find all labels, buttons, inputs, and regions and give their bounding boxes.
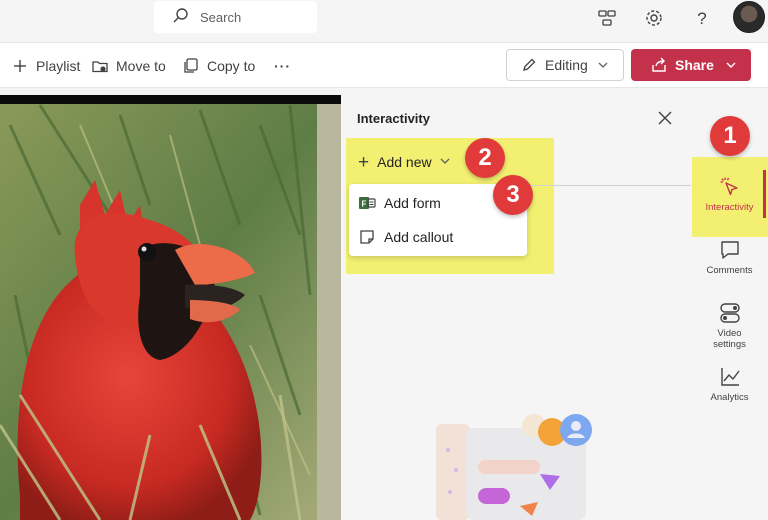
rail-item-label: Interactivity: [705, 202, 754, 213]
close-icon[interactable]: [652, 105, 678, 131]
move-to-label: Move to: [116, 58, 166, 74]
analytics-icon: [718, 365, 742, 389]
menu-item-add-callout[interactable]: Add callout: [349, 220, 527, 254]
rail-item-label: Comments: [706, 265, 753, 276]
copy-icon: [181, 56, 201, 76]
chevron-down-icon: [726, 57, 736, 73]
move-to-button[interactable]: Move to: [90, 55, 166, 77]
pencil-icon: [521, 57, 537, 73]
help-icon[interactable]: ?: [689, 5, 715, 31]
search-placeholder: Search: [200, 9, 242, 25]
rail-item-analytics[interactable]: Analytics: [691, 365, 768, 403]
cardinal-image: [0, 95, 341, 520]
video-edge: [317, 104, 341, 520]
copy-to-button[interactable]: Copy to: [181, 55, 255, 77]
menu-item-label: Add form: [384, 195, 441, 211]
command-bar: Playlist Move to Copy to ··· Editing Sha…: [0, 42, 768, 88]
plus-icon: +: [358, 151, 370, 173]
rail-item-label: Video settings: [713, 328, 746, 350]
right-rail: Interactivity Comments Video settings An…: [691, 95, 768, 520]
panel-title: Interactivity: [357, 111, 430, 126]
rail-item-interactivity[interactable]: Interactivity: [691, 175, 768, 213]
rail-item-comments[interactable]: Comments: [691, 238, 768, 276]
chevron-down-icon: [598, 57, 608, 73]
share-icon: [651, 57, 667, 73]
search-box[interactable]: Search: [154, 1, 317, 33]
settings-toggle-icon: [718, 301, 742, 325]
menu-item-label: Add callout: [384, 229, 454, 245]
gear-icon[interactable]: [641, 5, 667, 31]
interactivity-illustration: [436, 410, 606, 520]
rail-item-label: Analytics: [710, 392, 749, 403]
share-button[interactable]: Share: [631, 49, 751, 81]
move-folder-icon: [90, 56, 110, 76]
editing-mode-dropdown[interactable]: Editing: [506, 49, 624, 81]
playlist-label: Playlist: [36, 58, 81, 74]
search-icon: [172, 7, 190, 28]
editing-label: Editing: [545, 57, 588, 73]
video-letterbox-top: [0, 95, 341, 104]
divider: [527, 185, 691, 186]
callout-icon: [358, 228, 376, 246]
step-badge-1: 1: [710, 116, 750, 156]
step-badge-3: 3: [493, 175, 533, 215]
copy-to-label: Copy to: [207, 58, 256, 74]
comment-icon: [718, 238, 742, 262]
share-network-icon[interactable]: [594, 5, 620, 31]
avatar[interactable]: [733, 1, 765, 33]
add-new-button[interactable]: + Add new: [358, 151, 450, 173]
playlist-button[interactable]: Playlist: [10, 55, 80, 77]
add-new-label: Add new: [377, 154, 432, 170]
more-icon: ···: [274, 58, 291, 74]
form-icon: F: [358, 194, 376, 212]
interactivity-icon: [718, 175, 742, 199]
chevron-down-icon: [440, 156, 450, 169]
step-badge-2: 2: [465, 138, 505, 178]
svg-text:?: ?: [697, 9, 706, 28]
plus-icon: [10, 56, 30, 76]
share-label: Share: [675, 57, 714, 73]
more-options-button[interactable]: ···: [274, 55, 291, 77]
rail-item-video-settings[interactable]: Video settings: [691, 301, 768, 350]
video-player[interactable]: [0, 95, 341, 520]
top-bar: Search ?: [0, 0, 768, 40]
svg-text:F: F: [362, 200, 367, 209]
